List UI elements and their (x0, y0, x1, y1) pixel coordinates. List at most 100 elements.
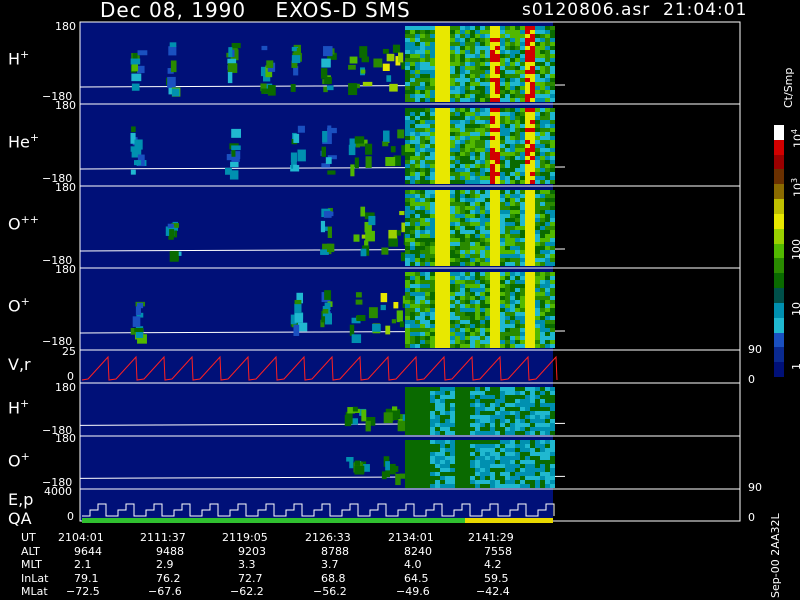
colorbar-segment (774, 302, 784, 319)
data-cell (455, 387, 460, 391)
data-cell (415, 140, 420, 144)
data-cell (430, 46, 435, 50)
data-cell (525, 332, 530, 336)
data-cell (420, 387, 425, 391)
data-cell (545, 344, 550, 348)
data-cell (455, 452, 460, 456)
data-cell (490, 272, 495, 276)
data-cell (510, 300, 515, 304)
data-cell (455, 308, 460, 312)
data-cell (348, 64, 356, 70)
data-cell (540, 316, 545, 320)
data-cell (470, 476, 475, 480)
data-cell (540, 276, 545, 280)
data-cell (435, 444, 440, 448)
data-cell (455, 26, 460, 30)
data-cell (540, 190, 545, 194)
data-cell (475, 140, 480, 144)
data-cell (480, 94, 485, 98)
data-cell (480, 464, 485, 468)
data-cell (465, 218, 470, 222)
data-cell (505, 444, 510, 448)
data-cell (525, 94, 530, 98)
data-cell (520, 403, 525, 407)
data-cell (470, 484, 475, 488)
data-cell (460, 246, 465, 250)
data-cell (290, 84, 296, 92)
data-cell (540, 202, 545, 206)
data-cell (510, 324, 515, 328)
data-cell (440, 423, 445, 427)
data-cell (465, 164, 470, 168)
data-cell (450, 156, 455, 160)
data-cell (410, 112, 415, 116)
data-cell (485, 160, 490, 164)
data-cell (475, 164, 480, 168)
data-cell (500, 164, 505, 168)
data-cell (455, 272, 460, 276)
data-cell (500, 226, 505, 230)
data-cell (415, 344, 420, 348)
data-cell (430, 128, 435, 132)
data-cell (460, 250, 465, 254)
data-cell (465, 272, 470, 276)
data-cell (470, 300, 475, 304)
data-cell (530, 300, 535, 304)
data-cell (435, 70, 440, 74)
data-cell (450, 403, 455, 407)
data-cell (500, 312, 505, 316)
data-cell (425, 226, 430, 230)
data-cell (425, 484, 430, 488)
data-cell (415, 427, 420, 431)
data-cell (410, 180, 415, 184)
data-cell (480, 234, 485, 238)
data-cell (545, 332, 550, 336)
data-cell (405, 431, 410, 435)
data-cell (465, 280, 470, 284)
data-cell (465, 300, 470, 304)
data-cell (470, 74, 475, 78)
tick-label: 0 (748, 373, 755, 386)
data-cell (520, 242, 525, 246)
data-cell (480, 90, 485, 94)
data-cell (405, 90, 410, 94)
data-cell (520, 86, 525, 90)
data-cell (530, 423, 535, 427)
data-cell (490, 74, 495, 78)
data-cell (525, 468, 530, 472)
data-cell (540, 391, 545, 395)
data-cell (505, 58, 510, 62)
data-cell (435, 246, 440, 250)
data-cell (415, 112, 420, 116)
data-cell (430, 242, 435, 246)
data-cell (425, 272, 430, 276)
data-cell (520, 312, 525, 316)
data-cell (500, 144, 505, 148)
data-cell (550, 94, 555, 98)
data-cell (495, 230, 500, 234)
data-cell (430, 226, 435, 230)
data-cell (229, 170, 239, 180)
data-cell (410, 164, 415, 168)
data-cell (510, 168, 515, 172)
data-cell (550, 460, 555, 464)
data-cell (505, 218, 510, 222)
data-cell (510, 403, 515, 407)
data-cell (415, 484, 420, 488)
data-cell (545, 78, 550, 82)
data-cell (465, 62, 470, 66)
data-cell (465, 90, 470, 94)
colorbar-segment (774, 184, 784, 200)
data-cell (410, 70, 415, 74)
data-cell (228, 47, 233, 58)
data-cell (530, 226, 535, 230)
data-cell (550, 38, 555, 42)
data-cell (435, 148, 440, 152)
data-cell (425, 464, 430, 468)
data-cell (440, 222, 445, 226)
data-cell (475, 98, 480, 102)
data-cell (485, 136, 490, 140)
data-cell (470, 423, 475, 427)
data-cell (500, 272, 505, 276)
data-cell (450, 344, 455, 348)
